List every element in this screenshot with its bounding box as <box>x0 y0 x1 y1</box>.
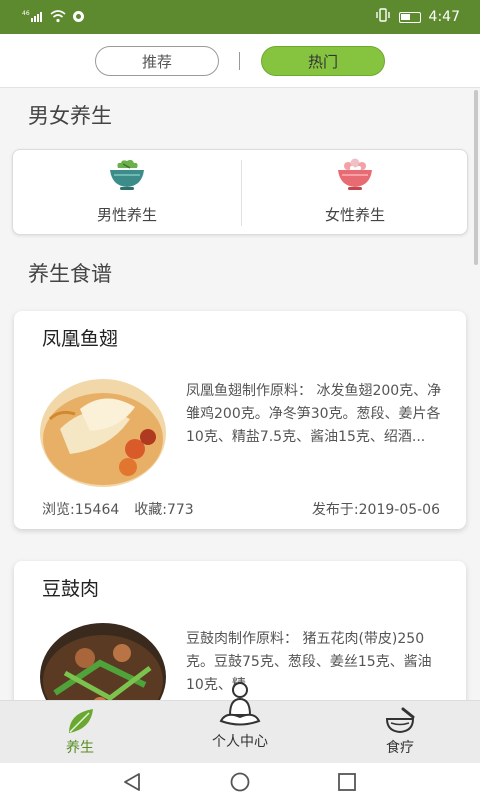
top-tab-bar: 推荐 热门 <box>0 34 480 88</box>
battery-icon <box>398 11 421 23</box>
male-health-label: 男性养生 <box>96 206 157 224</box>
recipe-title: 豆鼓肉 <box>42 578 100 600</box>
scrollbar[interactable] <box>474 90 478 265</box>
health-category-card: 男性养生 女性养生 <box>12 149 468 235</box>
status-icons-right: 4:47 <box>375 8 460 26</box>
leaf-icon <box>65 707 95 737</box>
nav-item-profile[interactable]: 个人中心 <box>180 681 300 751</box>
bottom-navigation: 养生 个人中心 食疗 <box>0 682 480 762</box>
section-title-recipes: 养生食谱 <box>28 262 112 286</box>
recipe-thumbnail <box>40 379 166 487</box>
nav-label-profile: 个人中心 <box>212 734 268 750</box>
recipe-views: 浏览:15464 <box>42 502 120 518</box>
recipe-favorites: 收藏:773 <box>134 502 194 518</box>
nav-label-health: 养生 <box>66 740 94 756</box>
female-bowl-icon <box>336 158 374 192</box>
recipe-description: 凤凰鱼翅制作原料： 冰发鱼翅200克、净雏鸡200克。净冬笋30克。葱段、姜片各… <box>186 383 442 445</box>
recipe-card[interactable]: 豆鼓肉 豆鼓肉制作原料： 猪五花肉(带皮)250克。豆鼓75克、葱段、姜丝15克… <box>14 561 466 700</box>
recipe-card[interactable]: 凤凰鱼翅 凤凰鱼翅制作原料： 冰发鱼翅200克、净雏鸡200克。净冬笋30克。葱… <box>14 311 466 529</box>
status-icons-left: 46 <box>22 9 85 27</box>
female-health-label: 女性养生 <box>324 206 385 224</box>
male-health-item[interactable]: 男性养生 <box>13 150 241 236</box>
nav-label-diet-therapy: 食疗 <box>386 740 414 756</box>
home-icon[interactable] <box>229 772 251 796</box>
female-health-item[interactable]: 女性养生 <box>241 150 469 236</box>
vibrate-icon <box>375 8 391 26</box>
tab-recommended[interactable]: 推荐 <box>95 46 219 76</box>
status-time: 4:47 <box>428 9 460 25</box>
section-title-health: 男女养生 <box>28 104 112 128</box>
meditation-person-icon <box>218 681 262 731</box>
wifi-icon <box>50 9 66 27</box>
recipe-title: 凤凰鱼翅 <box>42 328 119 350</box>
back-icon[interactable] <box>121 772 143 796</box>
sync-icon <box>72 10 85 27</box>
recents-icon[interactable] <box>337 772 357 796</box>
status-bar: 46 4:47 <box>0 0 480 34</box>
recipe-thumbnail <box>40 623 166 700</box>
svg-text:46: 46 <box>22 10 30 17</box>
nav-item-diet-therapy[interactable]: 食疗 <box>340 707 460 757</box>
male-bowl-icon <box>108 158 146 192</box>
mortar-pestle-icon <box>383 707 417 737</box>
signal-icon: 46 <box>22 9 44 27</box>
tab-divider <box>239 52 240 70</box>
main-content[interactable]: 男女养生 男性养生 女性养生 养生食谱 凤凰鱼翅 凤凰鱼翅制作原料： 冰发鱼翅2… <box>0 88 480 700</box>
recipe-meta: 浏览:15464 收藏:773 发布于:2019-05-06 <box>42 499 440 519</box>
nav-item-health[interactable]: 养生 <box>20 707 140 757</box>
recipe-published-date: 发布于:2019-05-06 <box>311 502 440 518</box>
system-navigation-bar <box>0 762 480 800</box>
tab-popular[interactable]: 热门 <box>261 46 385 76</box>
